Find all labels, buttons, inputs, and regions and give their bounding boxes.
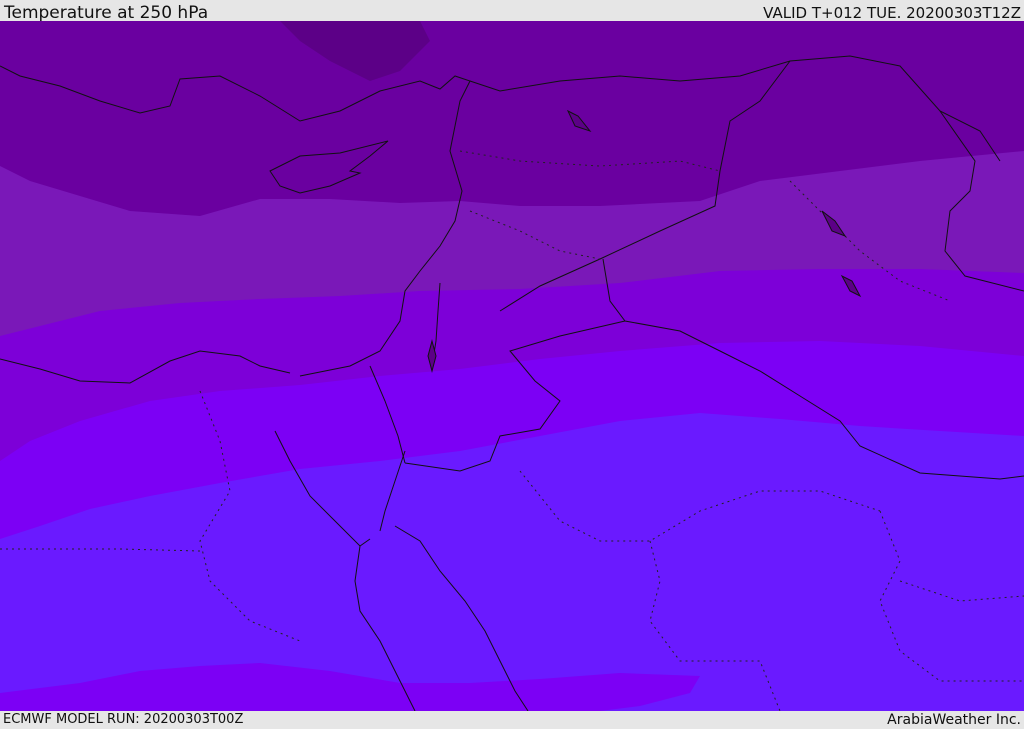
map-title: Temperature at 250 hPa — [4, 3, 209, 23]
map-canvas — [0, 21, 1024, 711]
footer-bar: ECMWF MODEL RUN: 20200303T00Z ArabiaWeat… — [0, 711, 1024, 729]
weather-map-page: Temperature at 250 hPa VALID T+012 TUE. … — [0, 0, 1024, 729]
header-bar: Temperature at 250 hPa VALID T+012 TUE. … — [0, 0, 1024, 23]
model-run-label: ECMWF MODEL RUN: 20200303T00Z — [3, 712, 244, 727]
credit-label: ArabiaWeather Inc. — [887, 712, 1021, 728]
valid-time-label: VALID T+012 TUE. 20200303T12Z — [763, 4, 1021, 22]
temperature-map — [0, 21, 1024, 711]
